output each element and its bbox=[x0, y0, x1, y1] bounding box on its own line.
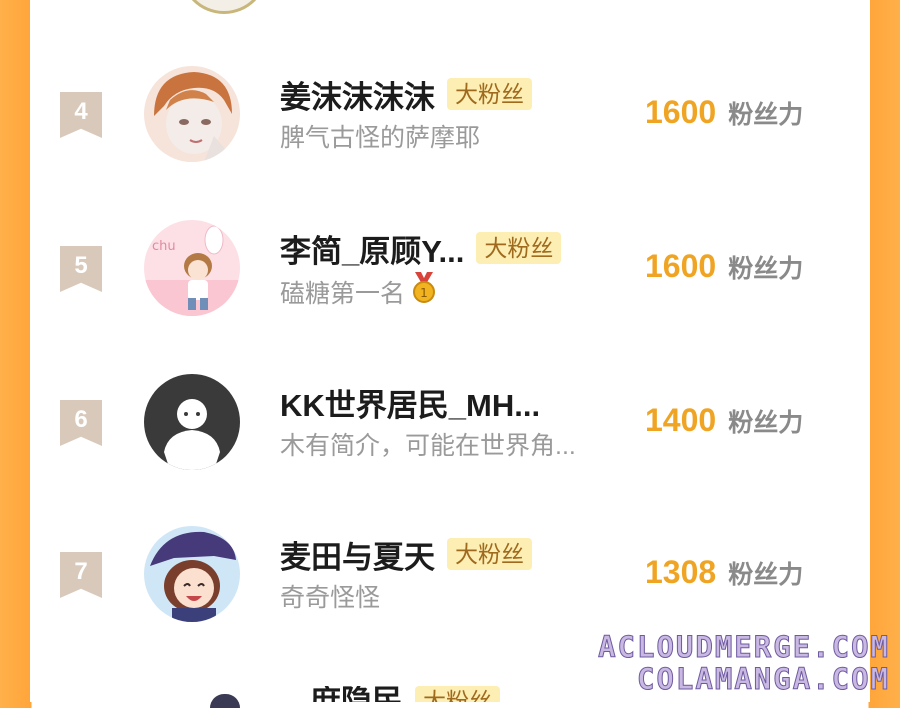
default-avatar-icon[interactable] bbox=[144, 374, 240, 470]
avatar[interactable]: chu bbox=[144, 220, 240, 316]
ranking-row[interactable]: 7 麦田与夏天 大粉丝 奇奇怪怪 1308 粉丝力 bbox=[30, 526, 870, 646]
fan-badge: 大粉丝 bbox=[447, 538, 532, 570]
fan-badge: 大粉丝 bbox=[476, 232, 562, 264]
rank-ribbon: 7 bbox=[60, 552, 102, 598]
user-bio-line: 磕糖第一名 1 bbox=[280, 272, 439, 311]
rank-ribbon: 6 bbox=[60, 400, 102, 446]
fan-power-unit: 粉丝力 bbox=[728, 409, 804, 437]
watermark-line-2: COLAMANGA.COM bbox=[637, 662, 890, 697]
user-name[interactable]: 李简_原顾Y... bbox=[280, 226, 464, 271]
rank-ribbon: 4 bbox=[60, 92, 102, 138]
fan-power-value: 1308 bbox=[645, 554, 717, 590]
fan-power-value: 1400 bbox=[645, 402, 717, 438]
avatar-partial bbox=[210, 694, 240, 708]
user-name[interactable]: 庶隐民 bbox=[310, 686, 403, 702]
ranking-row[interactable]: 5 chu 李简_原顾Y... 大粉丝 磕糖第一名 1 1600 粉丝力 bbox=[30, 220, 870, 340]
avatar[interactable] bbox=[144, 526, 240, 622]
gold-medal-icon: 1 bbox=[409, 272, 439, 311]
watermark-line-1: ACLOUDMERGE.COM bbox=[598, 630, 890, 665]
user-bio: 奇奇怪怪 bbox=[280, 584, 381, 612]
user-name[interactable]: 姜沫沫沫沫 bbox=[280, 72, 435, 117]
fan-badge: 大粉丝 bbox=[415, 686, 500, 702]
fan-power: 1600 粉丝力 bbox=[645, 94, 803, 131]
ranking-row[interactable]: 6 KK世界居民_MH... 木有简介，可能在世界角... 1400 粉丝力 bbox=[30, 374, 870, 494]
fan-badge: 大粉丝 bbox=[447, 78, 532, 110]
fan-power: 1308 粉丝力 bbox=[645, 554, 803, 591]
user-bio: 木有简介，可能在世界角... bbox=[280, 432, 576, 460]
avatar-partial[interactable] bbox=[180, 0, 268, 14]
fan-power-unit: 粉丝力 bbox=[728, 255, 804, 283]
user-bio: 脾气古怪的萨摩耶 bbox=[280, 124, 481, 152]
user-name[interactable]: KK世界居民_MH... bbox=[280, 380, 540, 425]
user-name[interactable]: 麦田与夏天 bbox=[280, 532, 435, 577]
svg-text:chu: chu bbox=[152, 239, 176, 254]
fan-power-unit: 粉丝力 bbox=[728, 561, 804, 589]
fan-power-value: 1600 bbox=[645, 248, 717, 284]
svg-text:1: 1 bbox=[420, 286, 428, 300]
avatar[interactable] bbox=[144, 66, 240, 162]
fan-power: 1600 粉丝力 bbox=[645, 248, 803, 285]
fan-power-value: 1600 bbox=[645, 94, 717, 130]
fan-power: 1400 粉丝力 bbox=[645, 402, 803, 439]
user-bio: 磕糖第一名 bbox=[280, 279, 406, 308]
fan-power-unit: 粉丝力 bbox=[728, 101, 804, 129]
rank-ribbon: 5 bbox=[60, 246, 102, 292]
ranking-panel: 4 姜沫沫沫沫 大粉丝 脾气古怪的萨摩耶 1600 粉丝力 5 chu 李简_原… bbox=[30, 0, 870, 708]
ranking-row[interactable]: 4 姜沫沫沫沫 大粉丝 脾气古怪的萨摩耶 1600 粉丝力 bbox=[30, 66, 870, 186]
